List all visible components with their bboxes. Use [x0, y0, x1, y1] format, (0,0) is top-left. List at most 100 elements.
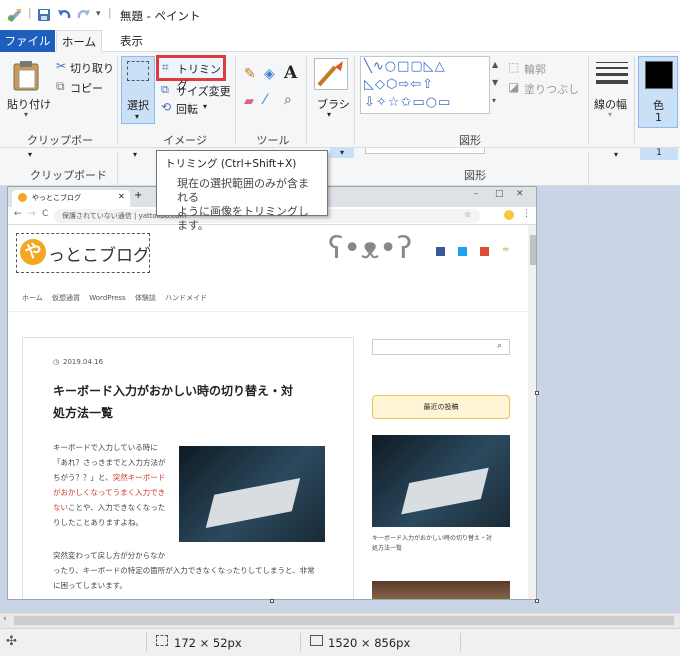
outline-button[interactable]: 輪郭 — [524, 61, 546, 77]
rotate-dropdown-icon[interactable]: ▾ — [203, 102, 207, 111]
forward-icon[interactable]: → — [28, 209, 36, 219]
customize-quick-access-icon[interactable]: ▾ — [96, 9, 101, 19]
select-button[interactable]: 選択 ▾ — [121, 56, 155, 124]
body-line-highlight: ない — [53, 503, 68, 512]
blog-page: や っとこブログ ʕ•ᴥ•ʔ ≈ ホーム 仮想通貨 WordPress 体験談 … — [8, 225, 528, 599]
article-card: ◷ 2019.04.16 キーボード入力がおかしい時の切り替え・対 処方法一覧 … — [22, 337, 354, 599]
group-divider — [634, 56, 635, 144]
profile-icon[interactable] — [504, 210, 514, 220]
brushes-dropdown-icon[interactable]: ▾ — [327, 110, 331, 119]
rotate-icon[interactable]: ⟲ — [161, 100, 171, 114]
line-width-icon[interactable] — [596, 62, 628, 84]
page-scrollbar[interactable] — [528, 225, 536, 599]
redo-icon[interactable] — [77, 8, 91, 22]
sidebar-photo[interactable] — [372, 435, 510, 527]
line-width-dropdown-icon[interactable]: ▾ — [608, 110, 612, 119]
scroll-left-icon[interactable]: ‹ — [3, 614, 7, 624]
shapes-gallery[interactable]: ╲∿○□▢◺△ ◺◇⬡⇨⇦⇧ ⇩✧☆✩▭○▭ — [360, 56, 490, 114]
resize-icon[interactable]: ⧉ — [161, 83, 169, 97]
paste-button[interactable]: 貼り付け — [7, 96, 51, 112]
scissors-icon[interactable]: ✂ — [56, 59, 66, 73]
shapes-more-icon[interactable]: ▾ — [492, 96, 496, 105]
resize-button[interactable]: サイズ変更 — [176, 83, 231, 99]
google-plus-icon[interactable] — [480, 247, 489, 256]
paste-dropdown-icon[interactable]: ▾ — [24, 110, 28, 119]
shapes-scroll-down-icon[interactable]: ▼ — [492, 78, 498, 87]
copy-icon[interactable]: ⧉ — [56, 79, 65, 94]
brushes-button[interactable]: ブラシ — [317, 96, 350, 112]
crop-button[interactable]: ⌗ トリミング — [156, 55, 226, 92]
nav-item[interactable]: ハンドメイド — [165, 294, 207, 302]
maximize-icon[interactable]: □ — [495, 189, 504, 199]
browser-tab[interactable]: やっとこブログ ✕ — [12, 190, 130, 207]
sidebar-photo-2[interactable] — [372, 581, 510, 599]
clock-icon: ◷ — [53, 358, 60, 366]
window-title: 無題 - ペイント — [120, 9, 201, 23]
resize-handle-corner[interactable] — [535, 599, 539, 603]
color1-button[interactable]: 色 1 — [638, 56, 678, 128]
horizontal-scrollbar[interactable]: ‹ — [0, 612, 680, 628]
sidebar-caption-line1[interactable]: キーボード入力がおかしい時の切り替え・対 — [372, 533, 512, 542]
close-tab-icon[interactable]: ✕ — [118, 192, 125, 201]
back-icon[interactable]: ← — [14, 209, 22, 219]
brush-icon[interactable] — [314, 58, 348, 90]
selection-size: 172 × 52px — [174, 636, 242, 650]
tab-view[interactable]: 表示 — [110, 30, 153, 52]
select-dropdown-icon[interactable]: ▾ — [135, 112, 139, 121]
shapes-row[interactable]: ⇩✧☆✩▭○▭ — [364, 94, 486, 112]
cursor-position-icon: ✣ — [6, 634, 17, 649]
nav-item[interactable]: WordPress — [89, 294, 125, 302]
favicon-icon — [18, 193, 27, 202]
shapes-row[interactable]: ╲∿○□▢◺△ — [364, 58, 486, 76]
resize-handle-right[interactable] — [535, 391, 539, 395]
group-divider — [117, 56, 118, 144]
resize-handle-bottom[interactable] — [270, 599, 274, 603]
text-tool-icon[interactable]: A — [284, 63, 297, 83]
close-window-icon[interactable]: ✕ — [516, 189, 524, 199]
page-scrollbar-thumb[interactable] — [530, 235, 536, 265]
status-bar: ✣ 172 × 52px 1520 × 856px — [0, 628, 680, 656]
group-divider — [588, 56, 589, 144]
fill-shape-button[interactable]: 塗りつぶし — [524, 81, 579, 97]
undo-icon[interactable] — [57, 8, 71, 22]
canvas-area[interactable]: やっとこブログ ✕ + – □ ✕ ← → C 保護されていない通信 | yat… — [0, 186, 680, 612]
article-title-line1[interactable]: キーボード入力がおかしい時の切り替え・対 — [53, 382, 293, 399]
pencil-icon[interactable]: ✎ — [244, 66, 256, 82]
nav-item[interactable]: ホーム — [22, 294, 43, 302]
bear-mascot-icon: ʕ•ᴥ•ʔ — [328, 231, 413, 266]
fill-shape-icon[interactable]: ◪ — [508, 80, 519, 94]
sidebar-caption-line2[interactable]: 処方法一覧 — [372, 543, 402, 552]
tab-file[interactable]: ファイル — [0, 30, 55, 52]
color-picker-icon[interactable]: ⁄ — [264, 92, 266, 108]
copy-button[interactable]: コピー — [70, 80, 103, 96]
article-title-line2[interactable]: 処方法一覧 — [53, 404, 113, 421]
shapes-scroll-up-icon[interactable]: ▲ — [492, 60, 498, 69]
rotate-button[interactable]: 回転 — [176, 101, 198, 117]
horizontal-scrollbar-thumb[interactable] — [14, 616, 674, 625]
twitter-icon[interactable] — [458, 247, 467, 256]
nav-item[interactable]: 体験談 — [135, 294, 156, 302]
facebook-icon[interactable] — [436, 247, 445, 256]
divider — [8, 311, 528, 312]
search-icon[interactable]: ⌕ — [497, 341, 502, 351]
save-icon[interactable] — [37, 8, 51, 22]
menu-icon[interactable]: ⋮ — [522, 209, 531, 219]
new-tab-icon[interactable]: + — [134, 190, 142, 201]
outline-icon[interactable]: ⬚ — [508, 60, 519, 74]
tab-home[interactable]: ホーム — [56, 30, 102, 52]
shapes-row[interactable]: ◺◇⬡⇨⇦⇧ — [364, 76, 486, 94]
blog-nav: ホーム 仮想通貨 WordPress 体験談 ハンドメイド — [22, 293, 282, 303]
minimize-icon[interactable]: – — [474, 189, 479, 199]
blog-search-input[interactable]: ⌕ — [372, 339, 510, 355]
ghost-dropdown-icon: ▾ — [28, 150, 33, 159]
nav-item[interactable]: 仮想通貨 — [52, 294, 80, 302]
cut-button[interactable]: 切り取り — [70, 60, 114, 76]
reload-icon[interactable]: C — [42, 209, 48, 219]
rss-icon[interactable]: ≈ — [502, 245, 510, 255]
magnifier-icon[interactable]: ⌕ — [284, 92, 292, 108]
bookmark-star-icon[interactable]: ☆ — [464, 210, 471, 219]
pasted-image[interactable]: やっとこブログ ✕ + – □ ✕ ← → C 保護されていない通信 | yat… — [7, 186, 537, 600]
fill-icon[interactable]: ◈ — [264, 66, 275, 82]
eraser-icon[interactable]: ▰ — [244, 94, 254, 109]
paste-icon[interactable] — [12, 60, 42, 92]
